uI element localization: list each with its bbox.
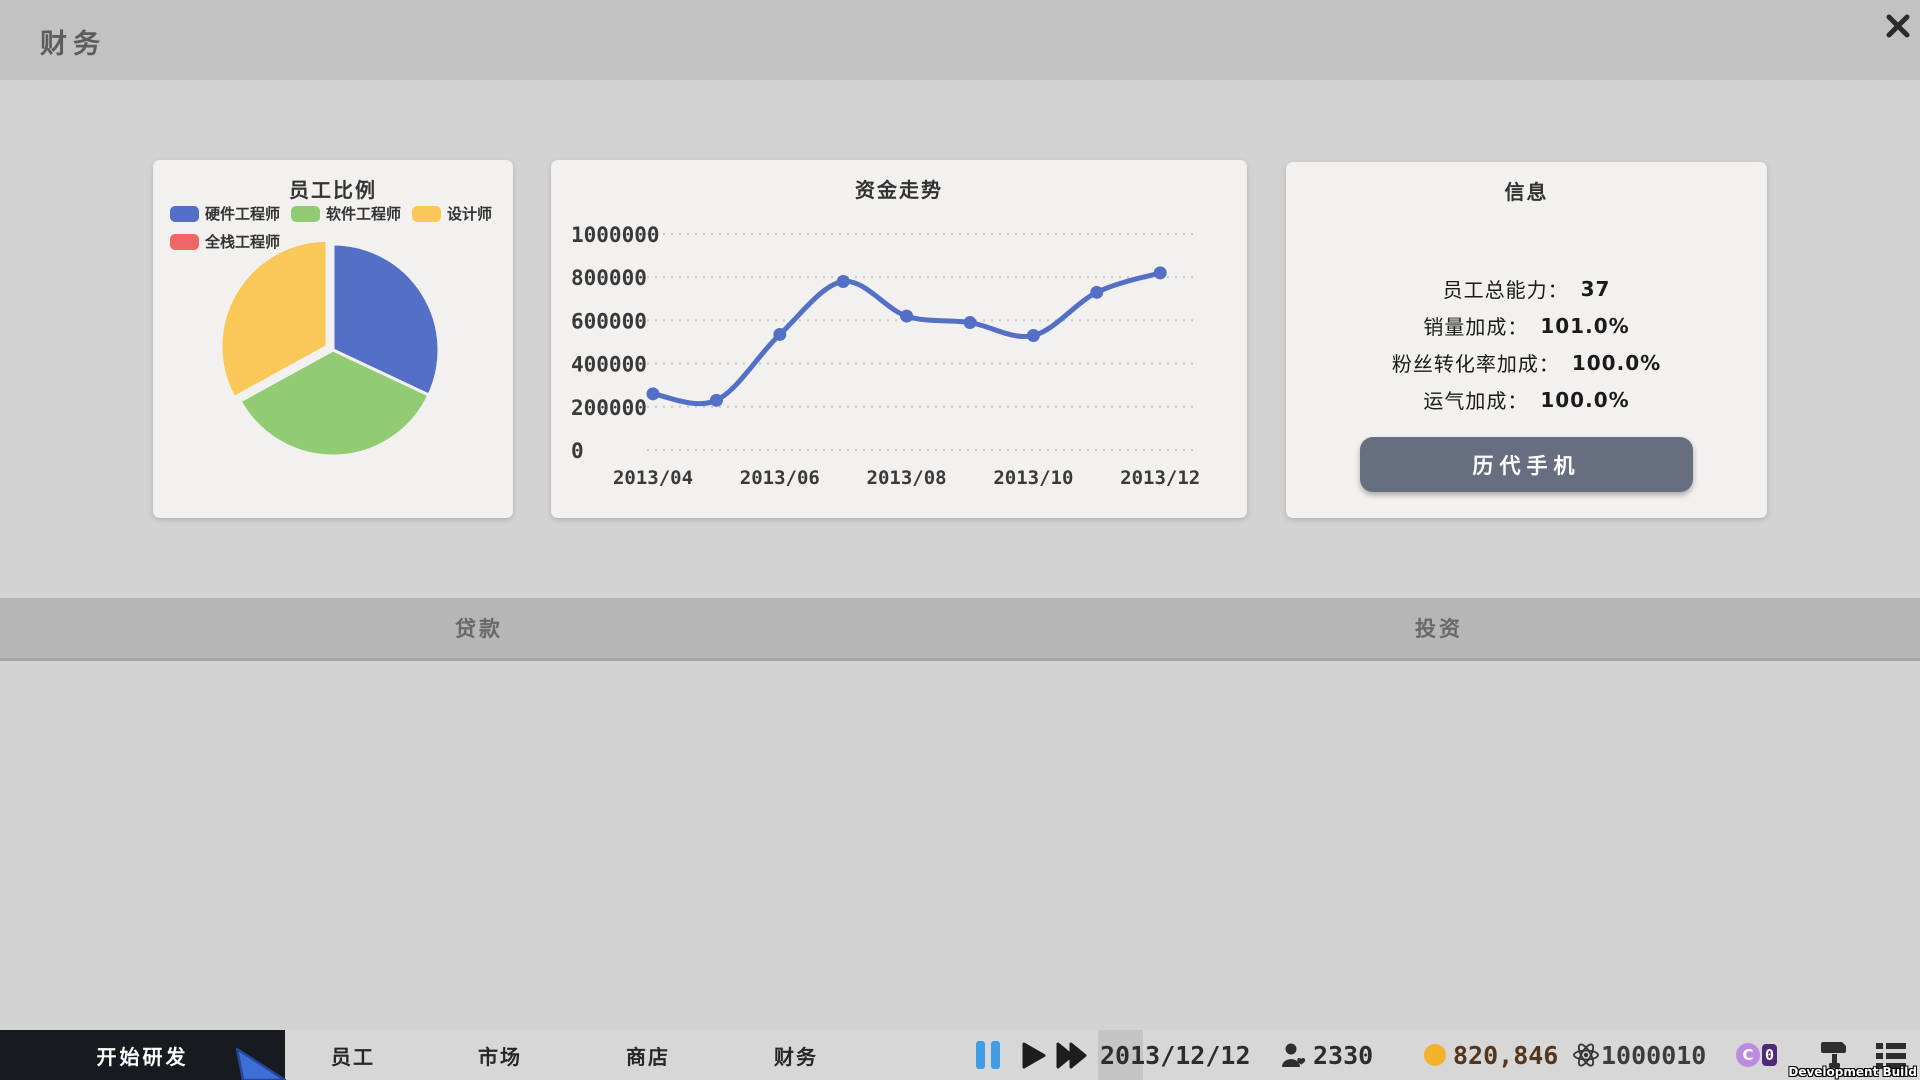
invest-section-label: 投资 xyxy=(1379,598,1499,658)
bottom-bar: 开始研发 员工 市场 商店 财务 2013/12/12 2330 820,846 xyxy=(0,1030,1920,1080)
svg-text:600000: 600000 xyxy=(571,309,647,333)
svg-text:0: 0 xyxy=(571,439,584,463)
stat-luck-bonus: 运气加成：100.0% xyxy=(1286,381,1767,418)
employee-pie-chart xyxy=(153,240,513,510)
header-bar: 财务 xyxy=(0,0,1920,80)
tab-staff[interactable]: 员工 xyxy=(309,1030,397,1080)
svg-text:2013/06: 2013/06 xyxy=(740,467,820,489)
c-currency-count: 0 xyxy=(1762,1044,1777,1066)
employee-ratio-card: 员工比例 硬件工程师 软件工程师 设计师 全栈工程师 xyxy=(153,160,513,518)
funds-trend-card: 0 200000 400000 600000 800000 1000000 2013/04 2… xyxy=(551,160,1247,518)
stat-fan-conversion-bonus: 粉丝转化率加成：100.0% xyxy=(1286,344,1767,381)
stat-sales-bonus: 销量加成：101.0% xyxy=(1286,307,1767,344)
research-atom-icon xyxy=(1573,1042,1599,1068)
phone-history-button[interactable]: 历代手机 xyxy=(1360,437,1693,492)
start-dev-button[interactable]: 开始研发 xyxy=(0,1030,285,1080)
svg-text:1000000: 1000000 xyxy=(571,223,660,247)
fans-count: 2330 xyxy=(1313,1030,1373,1080)
svg-text:400000: 400000 xyxy=(571,353,647,377)
game-date: 2013/12/12 xyxy=(1100,1030,1251,1080)
section-bar: 贷款 投资 xyxy=(0,598,1920,661)
info-title: 信息 xyxy=(1286,176,1767,205)
legend-swatch xyxy=(291,206,320,222)
money-amount: 820,846 xyxy=(1453,1030,1558,1080)
fast-forward-icon[interactable] xyxy=(1056,1042,1088,1069)
close-icon[interactable] xyxy=(1882,10,1914,42)
research-points: 1000010 xyxy=(1601,1030,1706,1080)
fans-icon xyxy=(1281,1042,1307,1068)
svg-text:800000: 800000 xyxy=(571,266,647,290)
play-icon[interactable] xyxy=(1022,1042,1046,1069)
info-stats: 员工总能力：37 销量加成：101.0% 粉丝转化率加成：100.0% 运气加成… xyxy=(1286,270,1767,418)
tab-market[interactable]: 市场 xyxy=(456,1030,544,1080)
info-card: 信息 员工总能力：37 销量加成：101.0% 粉丝转化率加成：100.0% 运… xyxy=(1286,162,1767,518)
pause-icon[interactable] xyxy=(976,1041,1002,1069)
svg-text:2013/08: 2013/08 xyxy=(867,467,947,489)
legend-item-designer: 设计师 xyxy=(412,203,492,224)
svg-text:2013/04: 2013/04 xyxy=(613,467,693,489)
svg-text:200000: 200000 xyxy=(571,396,647,420)
funds-line-chart: 0 200000 400000 600000 800000 1000000 2013/04 2… xyxy=(551,160,1247,518)
legend-swatch xyxy=(412,206,441,222)
svg-text:2013/12: 2013/12 xyxy=(1120,467,1200,489)
tab-shop[interactable]: 商店 xyxy=(604,1030,692,1080)
dev-build-watermark: Development Build xyxy=(1788,1065,1917,1079)
legend-item-software: 软件工程师 xyxy=(291,203,401,224)
svg-text:2013/10: 2013/10 xyxy=(993,467,1073,489)
c-currency-icon: C xyxy=(1736,1043,1760,1067)
finance-screen: 财务 员工比例 硬件工程师 软件工程师 设计师 全栈工程师 xyxy=(0,0,1920,1080)
coin-icon xyxy=(1424,1044,1446,1066)
legend-item-hardware: 硬件工程师 xyxy=(170,203,280,224)
employee-ratio-title: 员工比例 xyxy=(153,174,513,203)
legend-swatch xyxy=(170,206,199,222)
stat-total-ability: 员工总能力：37 xyxy=(1286,270,1767,307)
tab-finance[interactable]: 财务 xyxy=(752,1030,840,1080)
page-title: 财务 xyxy=(40,22,106,61)
loan-section-label: 贷款 xyxy=(419,598,539,658)
funds-trend-title: 资金走势 xyxy=(551,174,1247,203)
